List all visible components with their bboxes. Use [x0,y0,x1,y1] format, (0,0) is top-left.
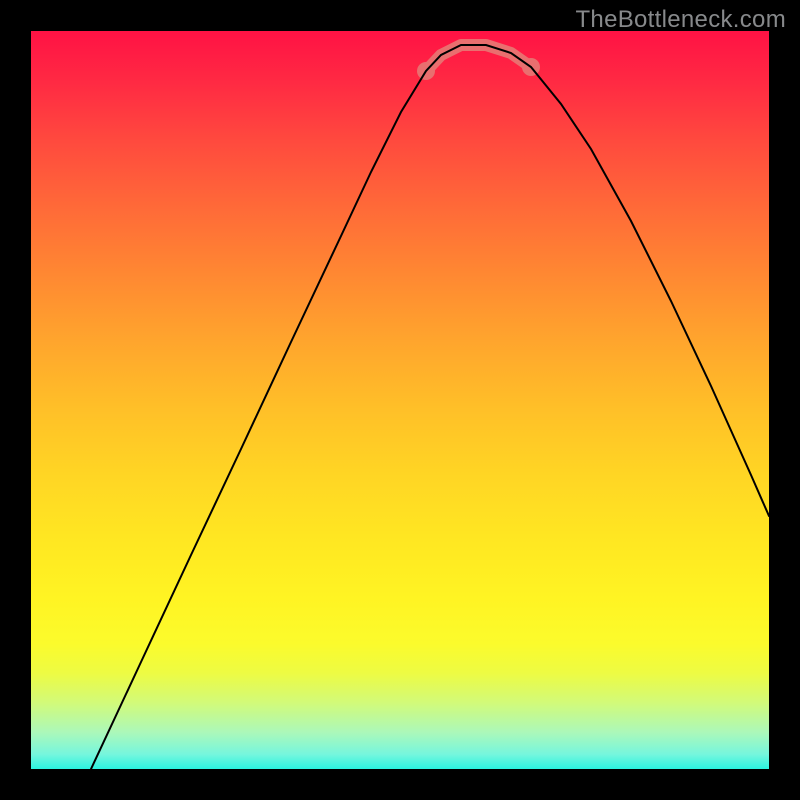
accent-segment [426,45,531,71]
watermark-text: TheBottleneck.com [575,6,786,34]
main-curve [91,45,769,769]
plot-area [31,31,769,769]
curve-svg [31,31,769,769]
chart-frame: TheBottleneck.com [0,0,800,800]
